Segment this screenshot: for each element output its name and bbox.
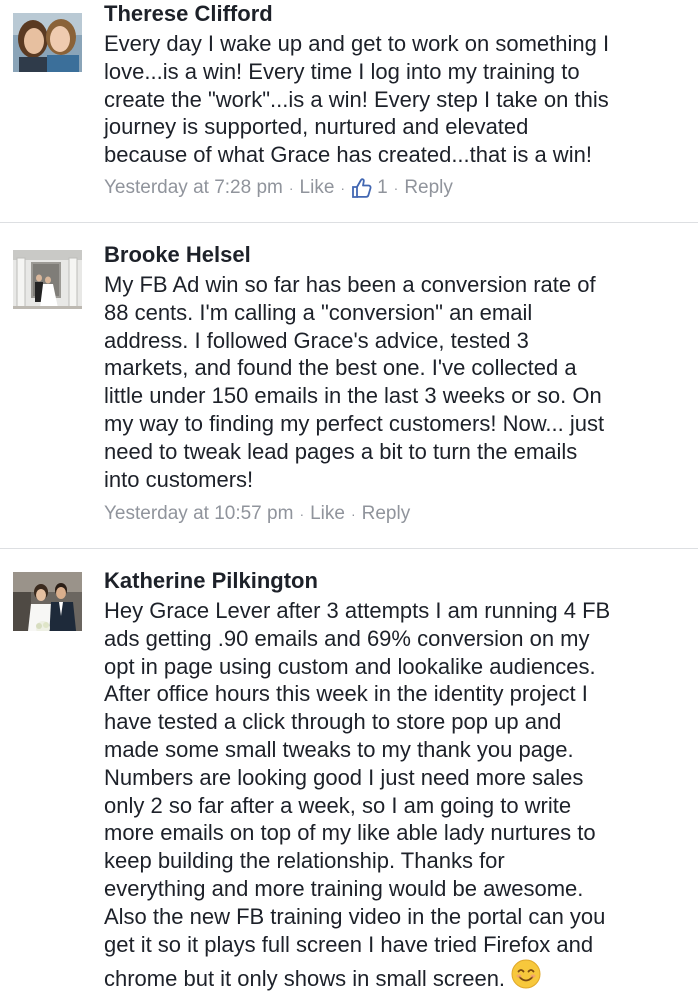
separator: · xyxy=(393,180,399,196)
comment-line: journey is supported, nurtured and eleva… xyxy=(104,114,529,140)
avatar[interactable] xyxy=(13,13,82,72)
comment-line: only 2 so far after a week, so I am goin… xyxy=(104,792,572,818)
reply-button[interactable]: Reply xyxy=(362,501,411,527)
avatar[interactable] xyxy=(13,250,82,309)
comment-author[interactable]: Therese Clifford xyxy=(104,0,273,28)
comment-body: Every day I wake up and get to work on s… xyxy=(104,30,694,169)
comment-author[interactable]: Katherine Pilkington xyxy=(104,567,318,595)
separator: · xyxy=(340,180,346,196)
comment-line: My FB Ad win so far has been a conversio… xyxy=(104,272,596,297)
comment-line: Hey Grace Lever after 3 attempts I am ru… xyxy=(104,598,611,623)
comment-line-last: chrome but it only shows in small screen… xyxy=(104,959,694,999)
comment-meta: Yesterday at 7:28 pm · Like · 1 · Reply xyxy=(104,175,453,201)
comment-line: Also the new FB training video in the po… xyxy=(104,903,606,929)
thumbs-up-icon[interactable] xyxy=(351,177,373,199)
comment-divider xyxy=(0,222,698,223)
separator: · xyxy=(288,180,294,196)
comment-line: Every day I wake up and get to work on s… xyxy=(104,31,610,56)
comment-line: address. I followed Grace's advice, test… xyxy=(104,327,529,353)
comment-line: everything and more training would be aw… xyxy=(104,875,584,901)
comment-author[interactable]: Brooke Helsel xyxy=(104,241,251,269)
comment-line: love...is a win! Every time I log into m… xyxy=(104,58,580,84)
comment-line: keep building the relationship. Thanks f… xyxy=(104,848,505,874)
comment-line: opt in page using custom and lookalike a… xyxy=(104,653,596,679)
comment-line: made some small tweaks to my thank you p… xyxy=(104,736,574,762)
comment-body: My FB Ad win so far has been a conversio… xyxy=(104,271,694,493)
reply-button[interactable]: Reply xyxy=(404,175,453,201)
comment-line: have tested a click through to store pop… xyxy=(104,709,562,735)
comment-line: Numbers are looking good I just need mor… xyxy=(104,764,584,790)
comment-line: into customers! xyxy=(104,466,254,492)
like-button[interactable]: Like xyxy=(300,175,335,201)
comment-line: ads getting .90 emails and 69% conversio… xyxy=(104,625,590,651)
like-count: 1 xyxy=(377,177,388,198)
comment-line: create the "work"...is a win! Every step… xyxy=(104,86,609,112)
comment-line: need to tweak lead pages a bit to turn t… xyxy=(104,438,578,464)
separator: · xyxy=(350,506,356,522)
comment-line: my way to finding my perfect customers! … xyxy=(104,410,605,436)
comment-line: 88 cents. I'm calling a "conversion" an … xyxy=(104,299,533,325)
smiling-face-emoji xyxy=(511,959,541,996)
like-button[interactable]: Like xyxy=(310,501,345,527)
comment-line: because of what Grace has created...that… xyxy=(104,142,592,168)
comment-line: After office hours this week in the iden… xyxy=(104,681,588,707)
comment-line: chrome but it only shows in small screen… xyxy=(104,966,506,992)
comment-line: little under 150 emails in the last 3 we… xyxy=(104,383,602,409)
comment-meta: Yesterday at 10:57 pm · Like · Reply xyxy=(104,501,410,527)
comment-timestamp[interactable]: Yesterday at 10:57 pm xyxy=(104,501,293,527)
comment-divider xyxy=(0,548,698,549)
comment-line: get it so it plays full screen I have tr… xyxy=(104,931,594,957)
comment-timestamp[interactable]: Yesterday at 7:28 pm xyxy=(104,175,283,201)
comment-line: markets, and found the best one. I've co… xyxy=(104,355,577,381)
separator: · xyxy=(299,506,305,522)
comment-body: Hey Grace Lever after 3 attempts I am ru… xyxy=(104,597,694,999)
avatar[interactable] xyxy=(13,572,82,631)
comment-line: more emails on top of my like able lady … xyxy=(104,820,596,846)
